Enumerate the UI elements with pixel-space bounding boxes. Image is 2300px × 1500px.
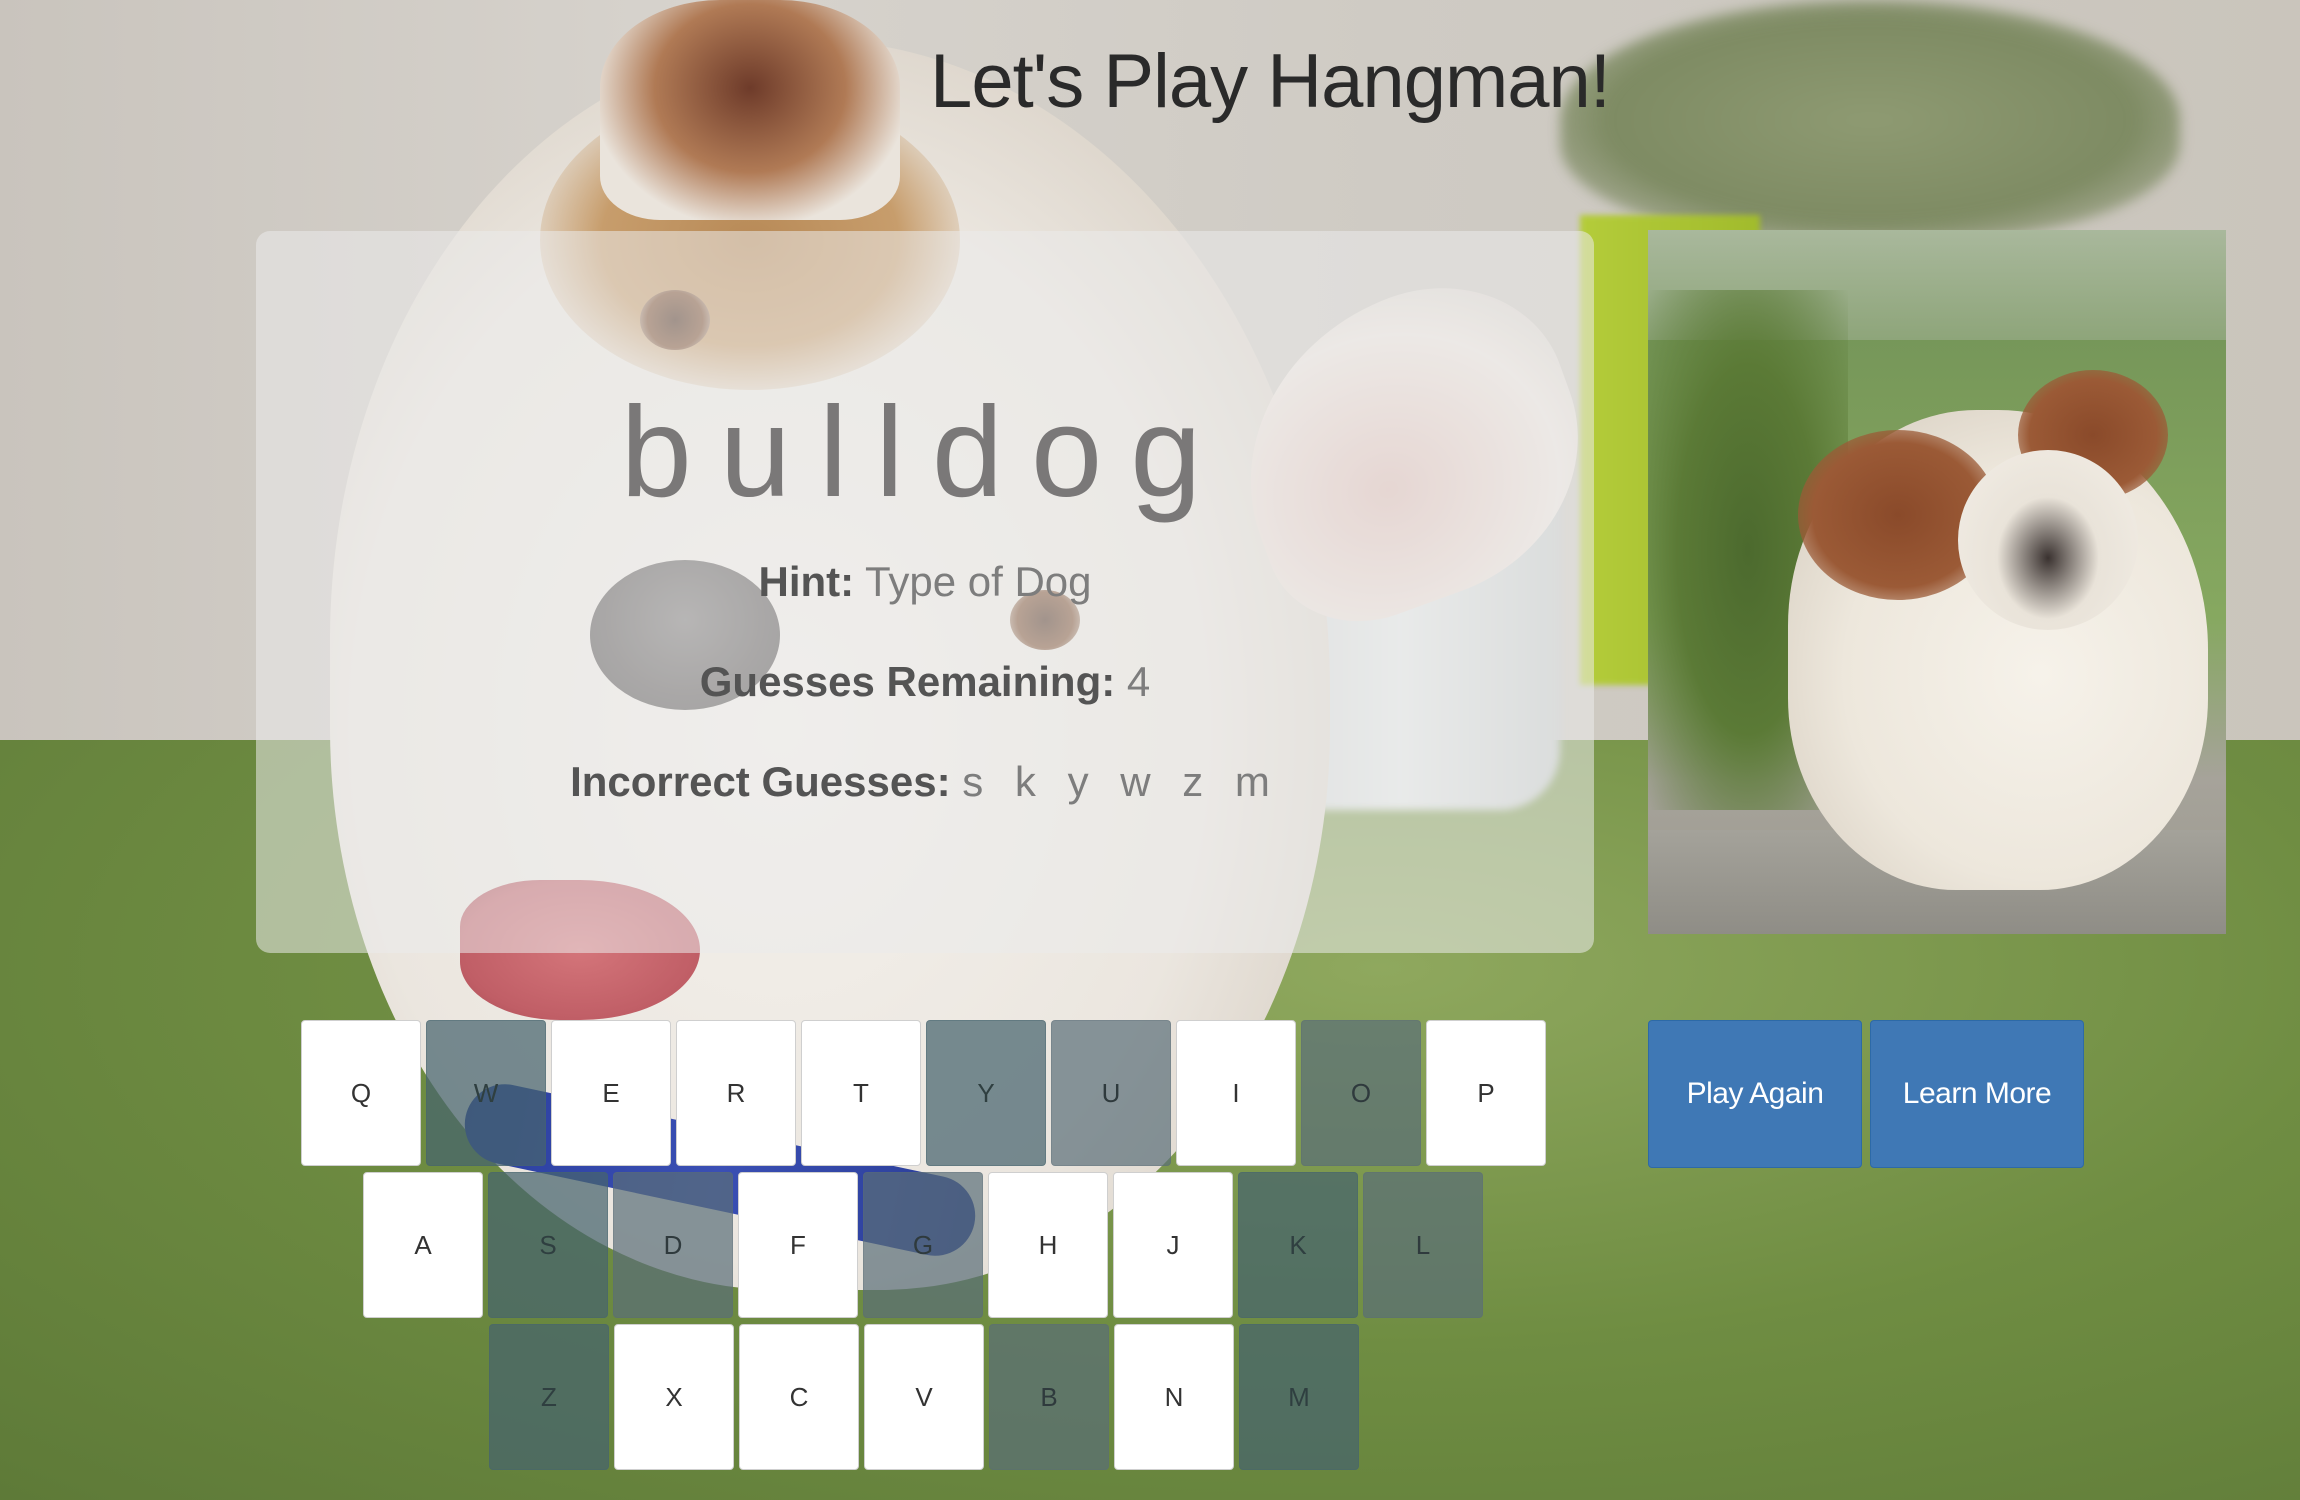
key-n[interactable]: N <box>1114 1324 1234 1470</box>
key-i[interactable]: I <box>1176 1020 1296 1166</box>
guesses-remaining-value: 4 <box>1126 658 1151 705</box>
key-l[interactable]: L <box>1363 1172 1483 1318</box>
incorrect-guesses-value: s k y w z m <box>962 758 1280 805</box>
key-m[interactable]: M <box>1239 1324 1359 1470</box>
key-d[interactable]: D <box>613 1172 733 1318</box>
hint-value: Type of Dog <box>865 558 1092 605</box>
key-t[interactable]: T <box>801 1020 921 1166</box>
key-o[interactable]: O <box>1301 1020 1421 1166</box>
key-z[interactable]: Z <box>489 1324 609 1470</box>
key-b[interactable]: B <box>989 1324 1109 1470</box>
key-r[interactable]: R <box>676 1020 796 1166</box>
key-g[interactable]: G <box>863 1172 983 1318</box>
learn-more-button[interactable]: Learn More <box>1870 1020 2084 1168</box>
key-s[interactable]: S <box>488 1172 608 1318</box>
play-again-button[interactable]: Play Again <box>1648 1020 1862 1168</box>
page-title: Let's Play Hangman! <box>930 39 1611 124</box>
incorrect-guesses-line: Incorrect Guesses: s k y w z m <box>256 758 1594 806</box>
key-j[interactable]: J <box>1113 1172 1233 1318</box>
key-h[interactable]: H <box>988 1172 1108 1318</box>
key-p[interactable]: P <box>1426 1020 1546 1166</box>
guesses-remaining-line: Guesses Remaining: 4 <box>256 658 1594 706</box>
key-v[interactable]: V <box>864 1324 984 1470</box>
key-a[interactable]: A <box>363 1172 483 1318</box>
game-panel: bulldog Hint: Type of Dog Guesses Remain… <box>256 231 1594 953</box>
page: Let's Play Hangman! bulldog Hint: Type o… <box>0 0 2300 1500</box>
key-x[interactable]: X <box>614 1324 734 1470</box>
key-y[interactable]: Y <box>926 1020 1046 1166</box>
key-q[interactable]: Q <box>301 1020 421 1166</box>
key-w[interactable]: W <box>426 1020 546 1166</box>
bulldog-photo <box>1648 230 2226 934</box>
key-u[interactable]: U <box>1051 1020 1171 1166</box>
hint-line: Hint: Type of Dog <box>256 558 1594 606</box>
key-k[interactable]: K <box>1238 1172 1358 1318</box>
key-c[interactable]: C <box>739 1324 859 1470</box>
incorrect-guesses-label: Incorrect Guesses: <box>570 758 951 805</box>
key-e[interactable]: E <box>551 1020 671 1166</box>
hint-label: Hint: <box>758 558 855 605</box>
guesses-remaining-label: Guesses Remaining: <box>699 658 1116 705</box>
key-f[interactable]: F <box>738 1172 858 1318</box>
photo-puppy-face <box>1958 450 2138 630</box>
word-display: bulldog <box>620 381 1230 524</box>
